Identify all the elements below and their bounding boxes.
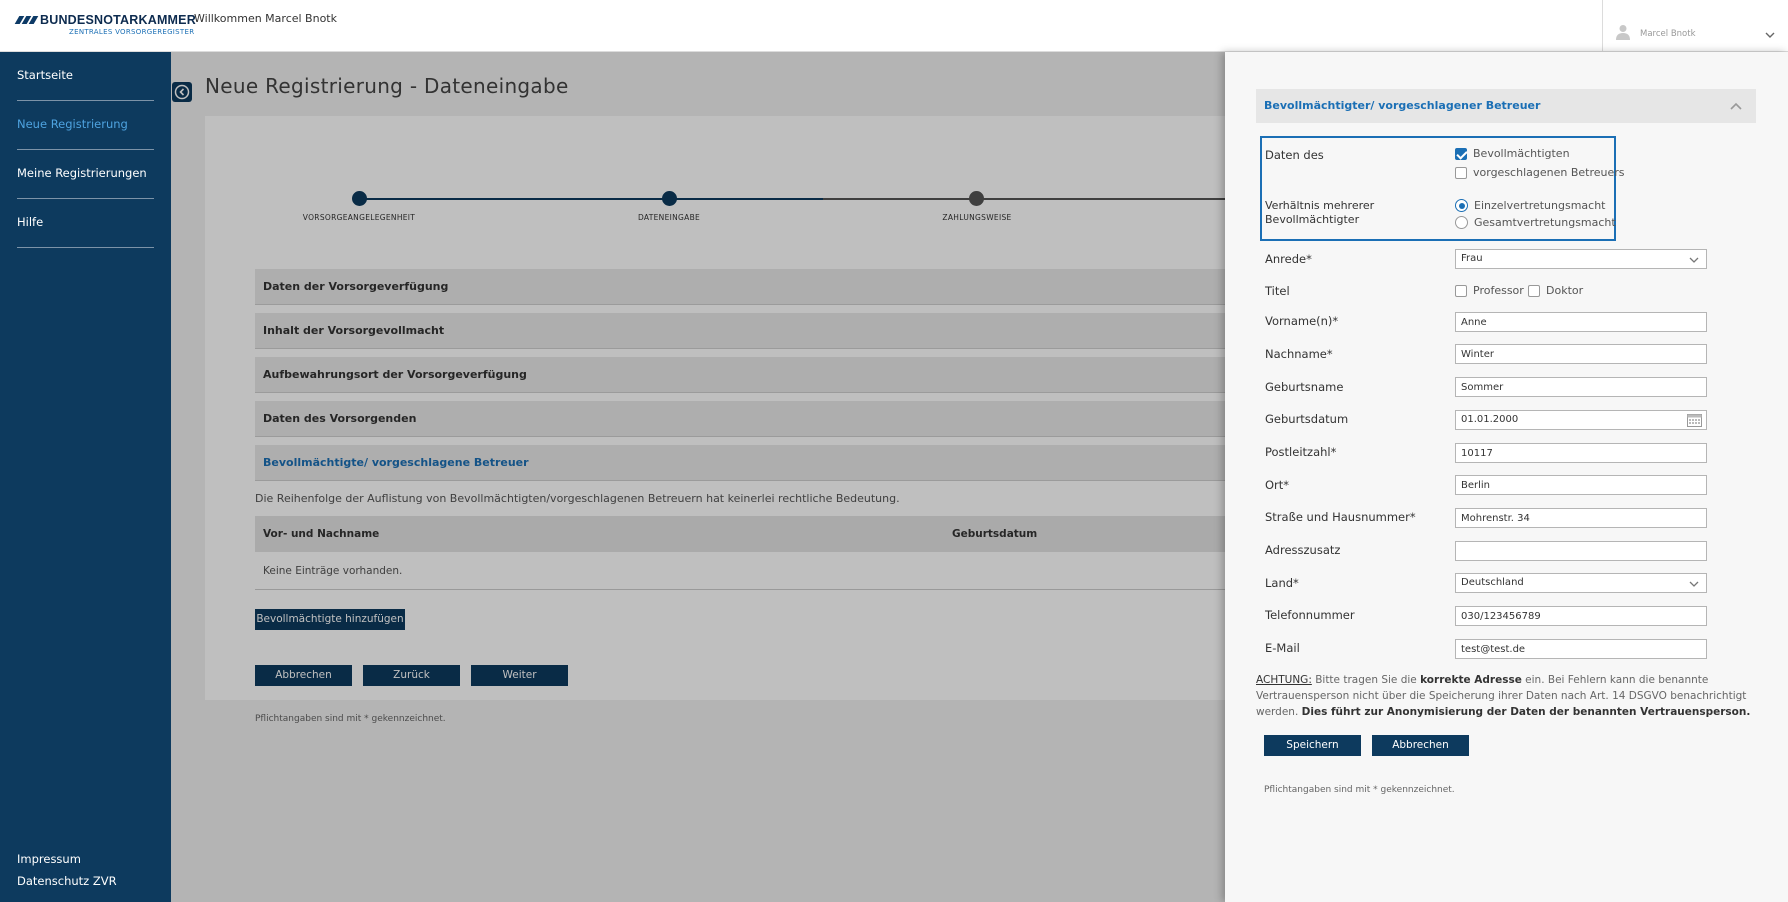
ort-input[interactable] [1455,475,1707,495]
vorname-input[interactable] [1455,312,1707,332]
plz-label: Postleitzahl* [1265,445,1337,459]
welcome-text: Willkommen Marcel Bnotk [194,12,337,25]
modal-overlay[interactable] [171,52,1226,902]
titel-label: Titel [1265,284,1290,298]
geburtsname-label: Geburtsname [1265,380,1344,394]
logo-stripes-icon [14,16,39,24]
drawer-header[interactable]: Bevollmächtigter/ vorgeschlagener Betreu… [1256,89,1756,123]
land-value: Deutschland [1461,577,1524,588]
anrede-label: Anrede* [1265,252,1312,266]
logo-name: BUNDESNOTARKAMMER [40,13,196,27]
warning-bold-2: Dies führt zur Anonymisierung der Daten … [1301,706,1751,718]
geburtsname-input[interactable] [1455,377,1707,397]
user-avatar-icon [1616,24,1630,43]
checkbox-vorgeschlagenen-betreuers[interactable]: vorgeschlagenen Betreuers [1455,166,1625,179]
app-header: BUNDESNOTARKAMMER ZENTRALES VORSORGEREGI… [0,0,1788,52]
chevron-down-icon [1765,28,1775,42]
radio-unselected-icon[interactable] [1455,216,1468,229]
bundesnotarkammer-logo[interactable]: BUNDESNOTARKAMMER ZENTRALES VORSORGEREGI… [14,13,196,36]
drawer-title: Bevollmächtigter/ vorgeschlagener Betreu… [1264,99,1541,112]
daten-des-label: Daten des [1265,148,1324,162]
verhaeltnis-label-2: Bevollmächtigter [1265,213,1360,226]
geburtsdatum-input[interactable]: 01.01.2000 [1455,410,1707,430]
bevollmaechtigter-drawer: Bevollmächtigter/ vorgeschlagener Betreu… [1225,52,1788,902]
sidebar-item-startseite[interactable]: Startseite [17,52,154,101]
strasse-label: Straße und Hausnummer* [1265,510,1416,524]
land-select[interactable]: Deutschland [1455,573,1707,593]
ort-label: Ort* [1265,478,1290,492]
telefon-input[interactable] [1455,606,1707,626]
checkbox-label: Doktor [1546,284,1584,297]
drawer-cancel-button[interactable]: Abbrechen [1372,735,1469,756]
verhaeltnis-label-1: Verhältnis mehrerer [1265,199,1375,212]
plz-input[interactable] [1455,443,1707,463]
checkbox-checked-icon[interactable] [1455,147,1467,160]
checkbox-label: Bevollmächtigten [1473,147,1570,160]
checkbox-label: vorgeschlagenen Betreuers [1473,166,1625,179]
sidebar-item-hilfe[interactable]: Hilfe [17,199,154,248]
land-label: Land* [1265,576,1299,590]
checkbox-unchecked-icon[interactable] [1455,284,1467,297]
checkbox-unchecked-icon[interactable] [1455,166,1467,179]
drawer-required-note: Pflichtangaben sind mit * gekennzeichnet… [1264,785,1455,795]
user-menu[interactable]: Marcel Bnotk [1602,0,1788,52]
adresszusatz-label: Adresszusatz [1265,543,1341,557]
checkbox-doktor[interactable]: Doktor [1528,284,1583,297]
radio-label: Einzelvertretungsmacht [1474,199,1606,212]
sidebar-item-meine-registrierungen[interactable]: Meine Registrierungen [17,150,154,199]
checkbox-label: Professor [1473,284,1524,297]
user-name: Marcel Bnotk [1640,29,1696,39]
save-button[interactable]: Speichern [1264,735,1361,756]
logo-subtitle: ZENTRALES VORSORGEREGISTER [69,28,195,36]
nachname-label: Nachname* [1265,347,1333,361]
chevron-up-icon[interactable] [1730,100,1742,113]
chevron-down-icon [1689,580,1699,591]
checkbox-professor[interactable]: Professor [1455,284,1524,297]
nachname-input[interactable] [1455,344,1707,364]
warning-prefix: ACHTUNG: [1256,674,1312,686]
email-input[interactable] [1455,639,1707,659]
anrede-value: Frau [1461,253,1483,264]
radio-gesamtvertretungsmacht[interactable]: Gesamtvertretungsmacht [1455,216,1616,229]
anrede-select[interactable]: Frau [1455,249,1707,269]
geburtsdatum-value: 01.01.2000 [1461,414,1519,425]
radio-label: Gesamtvertretungsmacht [1474,216,1616,229]
chevron-down-icon [1689,256,1699,267]
radio-einzelvertretungsmacht[interactable]: Einzelvertretungsmacht [1455,199,1606,212]
sidebar-item-neue-registrierung[interactable]: Neue Registrierung [17,101,154,150]
warning-text-1: Bitte tragen Sie die [1311,674,1421,686]
calendar-icon[interactable] [1687,413,1702,430]
checkbox-bevollmaechtigten[interactable]: Bevollmächtigten [1455,147,1570,160]
address-warning: ACHTUNG: Bitte tragen Sie die korrekte A… [1256,672,1756,720]
radio-selected-icon[interactable] [1455,199,1468,212]
email-label: E-Mail [1265,641,1300,655]
geburtsdatum-label: Geburtsdatum [1265,412,1349,426]
datenschutz-link[interactable]: Datenschutz ZVR [17,874,117,888]
warning-bold-1: korrekte Adresse [1420,674,1522,686]
impressum-link[interactable]: Impressum [17,852,81,866]
strasse-input[interactable] [1455,508,1707,528]
adresszusatz-input[interactable] [1455,541,1707,561]
sidebar: Startseite Neue Registrierung Meine Regi… [0,52,171,902]
vorname-label: Vorname(n)* [1265,314,1339,328]
telefon-label: Telefonnummer [1265,608,1355,622]
checkbox-unchecked-icon[interactable] [1528,284,1540,297]
